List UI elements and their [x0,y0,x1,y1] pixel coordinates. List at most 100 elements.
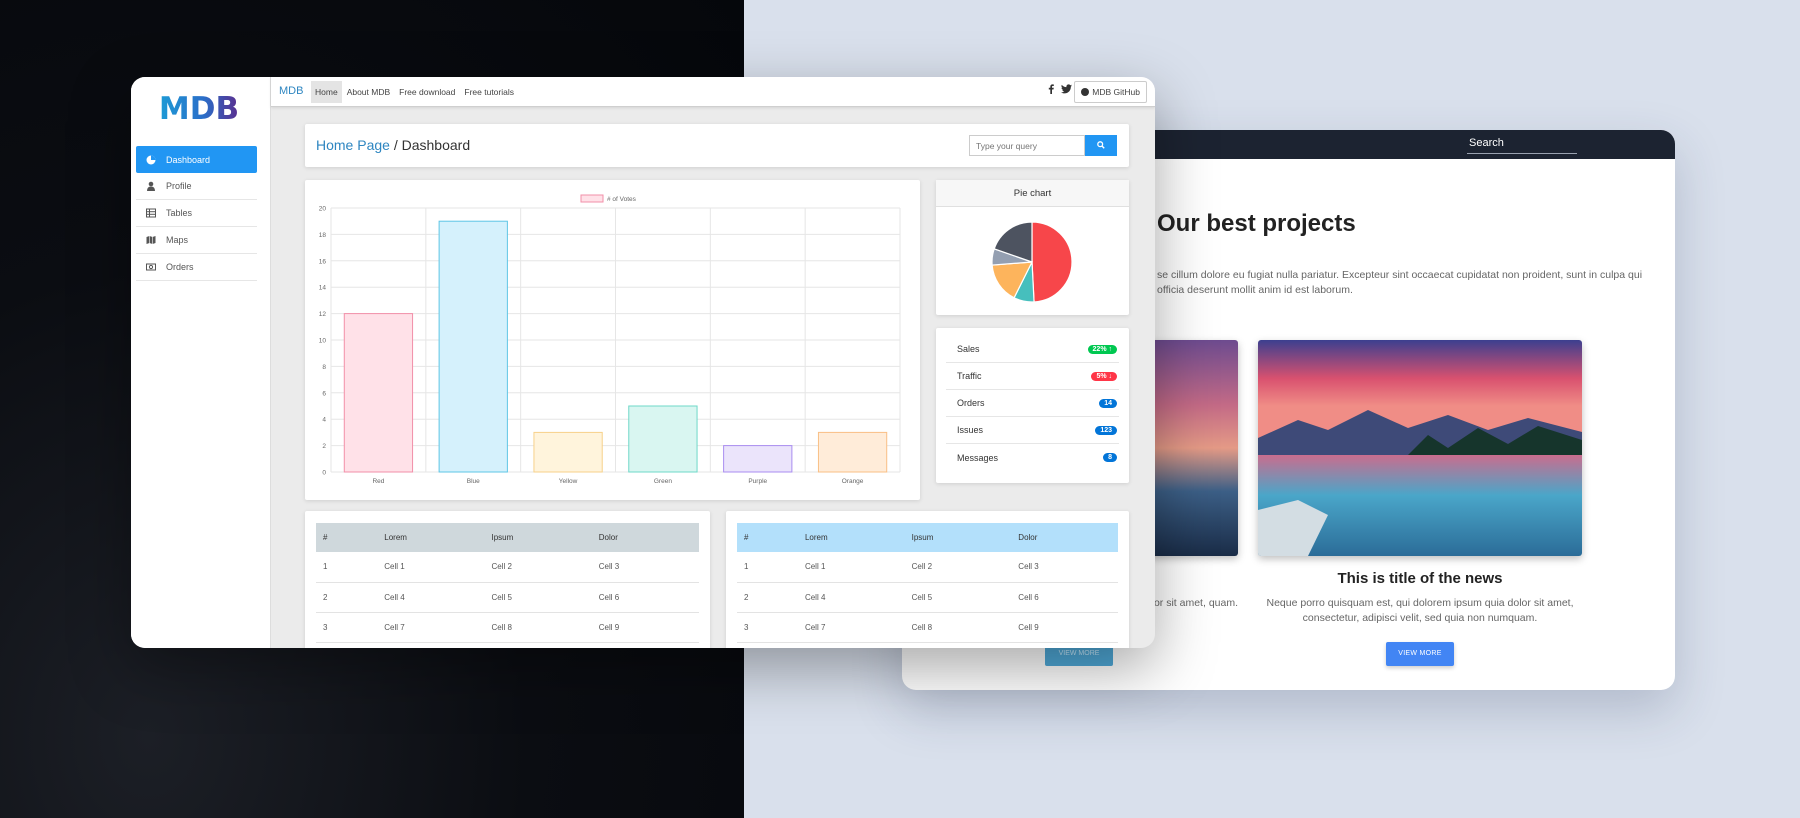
x-tick-label: Blue [467,478,480,485]
stat-row-traffic[interactable]: Traffic 5% ↓ [946,363,1119,390]
legend-swatch[interactable] [580,194,604,203]
breadcrumb-card: Home Page / Dashboard [305,124,1129,167]
table-cell: 1 [737,552,798,583]
y-tick-label: 18 [319,232,327,239]
news-text: Neque porro quisquam est, qui dolorem ip… [1266,597,1574,624]
x-tick-label: Orange [842,478,864,485]
table-cell: 2 [737,582,798,613]
sidebar: MDB Dashboard Profile Tables Maps Orders [131,77,271,648]
bar-chart: 0 2 4 6 8 10 12 14 16 18 20 Red Blue Yellow Green Purpl… [319,194,901,485]
stat-badge: 22% ↑ [1087,344,1117,354]
table-header-cell[interactable]: Lorem [377,523,484,552]
dashboard-window: MDB Dashboard Profile Tables Maps Orders [131,77,1155,648]
sidebar-item-label: Dashboard [166,154,211,165]
search-input[interactable] [969,135,1085,156]
table-cell: 1 [316,552,378,583]
table-header-cell[interactable]: # [737,523,798,552]
sidebar-item-tables[interactable]: Tables [136,200,257,227]
table-header-cell[interactable]: Dolor [592,523,699,552]
bar-orange[interactable] [817,431,888,473]
table-cell: Cell 4 [797,582,905,613]
stat-row-sales[interactable]: Sales 22% ↑ [946,336,1119,363]
table-header-cell[interactable]: # [316,523,377,552]
github-icon [1081,88,1090,96]
bar-yellow[interactable] [533,431,603,473]
breadcrumb-home-link[interactable]: Home Page [316,137,390,153]
table-cell: Cell 2 [484,552,592,583]
projects-paragraph: se cillum dolore eu fugiat nulla pariatu… [1157,269,1643,296]
table-cell: 3 [316,612,378,643]
y-tick-label: 6 [322,390,326,397]
table-cell: Cell 1 [797,552,905,583]
table-row[interactable]: 3 Cell 7 Cell 8 Cell 9 [737,612,1118,643]
table-cell: Cell 8 [904,612,1012,643]
bar-blue[interactable] [438,220,508,473]
data-table-2: # Lorem Ipsum Dolor 1 Cell 1 Cell 2 Cell 3 2 Cell… [737,523,1118,643]
mdb-logo[interactable]: MDB [157,91,241,123]
table-header-cell[interactable]: Dolor [1011,523,1118,552]
table-row[interactable]: 1 Cell 1 Cell 2 Cell 3 [316,552,699,583]
data-table-1: # Lorem Ipsum Dolor 1 Cell 1 Cell 2 Cell 3 2 Cell… [316,523,699,643]
pie-chart [991,221,1073,303]
logo-text: MDB [159,91,239,123]
nav-links: Home About MDB Free download Free tutori… [311,81,519,103]
nav-link-download[interactable]: Free download [395,81,459,103]
sidebar-item-label: Orders [166,262,194,272]
legend-label: # of Votes [607,196,637,203]
stats-list: Sales 22% ↑ Traffic 5% ↓ Orders 14 Issues 123 Me… [946,336,1119,471]
facebook-icon[interactable] [1048,84,1054,94]
table-cell: Cell 6 [1011,582,1118,613]
money-icon [146,263,156,271]
table-cell: Cell 9 [1011,612,1118,643]
y-tick-label: 2 [322,443,326,450]
breadcrumb-separator: / [389,137,402,153]
table-row[interactable]: 3 Cell 7 Cell 8 Cell 9 [316,612,699,643]
stat-badge: 8 [1103,453,1117,462]
table-row[interactable]: 2 Cell 4 Cell 5 Cell 6 [316,582,699,613]
table-cell: Cell 8 [484,612,592,643]
table-row[interactable]: 1 Cell 1 Cell 2 Cell 3 [737,552,1118,583]
y-tick-label: 20 [319,206,327,213]
bar-red[interactable] [343,313,414,473]
navbar-brand[interactable]: MDB [279,85,303,97]
breadcrumb-current: Dashboard [401,137,471,153]
table-header-cell[interactable]: Lorem [798,523,905,552]
stat-row-issues[interactable]: Issues 123 [946,417,1119,444]
nav-link-tutorials[interactable]: Free tutorials [460,81,518,103]
x-tick-label: Purple [748,478,767,485]
sidebar-item-dashboard[interactable]: Dashboard [136,146,257,173]
bar-purple[interactable] [723,445,793,473]
sidebar-item-orders[interactable]: Orders [136,254,257,281]
table-card-2: # Lorem Ipsum Dolor 1 Cell 1 Cell 2 Cell 3 2 Cell… [726,511,1129,648]
table-header-cell[interactable]: Ipsum [485,523,592,552]
bar-green[interactable] [628,405,698,473]
table-cell: Cell 4 [377,582,485,613]
github-button[interactable]: MDB GitHub [1074,81,1147,103]
stat-row-orders[interactable]: Orders 14 [946,390,1119,417]
stat-label: Orders [957,398,985,408]
view-more-button[interactable]: VIEW MORE [1386,642,1454,666]
table-cell: Cell 5 [904,582,1012,613]
search-button[interactable] [1085,135,1117,156]
nav-link-home[interactable]: Home [311,81,342,103]
breadcrumb: Home Page / Dashboard [316,137,470,153]
table-icon [146,208,156,218]
x-tick-label: Red [372,478,384,485]
twitter-icon[interactable] [1061,84,1072,94]
table-cell: Cell 7 [797,612,905,643]
table-cell: Cell 6 [591,582,699,613]
pie-slice[interactable] [1031,221,1073,303]
stat-badge: 14 [1099,398,1117,408]
table-header-cell[interactable]: Ipsum [905,523,1012,552]
table-row[interactable]: 2 Cell 4 Cell 5 Cell 6 [737,582,1118,613]
table-cell: 3 [737,612,798,643]
table-header-row: # Lorem Ipsum Dolor [737,523,1118,552]
sidebar-item-profile[interactable]: Profile [136,173,257,200]
stat-row-messages[interactable]: Messages 8 [946,444,1119,471]
nav-link-about[interactable]: About MDB [343,81,394,103]
y-tick-label: 16 [319,258,327,265]
sidebar-item-maps[interactable]: Maps [136,227,257,254]
back-search-input[interactable]: Search [1467,136,1577,154]
table-cell: Cell 9 [591,612,699,643]
pie-chart-icon [146,155,156,164]
